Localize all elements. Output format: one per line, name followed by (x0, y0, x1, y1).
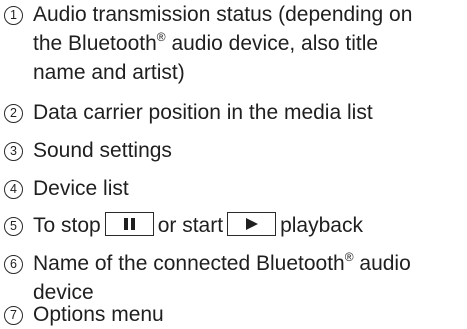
item-text: Sound settings (33, 139, 172, 162)
list-item: 4 Device list (4, 174, 464, 203)
item-number: 7 (4, 306, 23, 325)
item-text: Name of the connected Bluetooth® audio (33, 250, 411, 275)
item-number: 6 (4, 255, 23, 274)
item-text: Device list (33, 177, 129, 200)
list-item: 1 Audio transmission status (depending o… (4, 0, 464, 87)
list-item: 2 Data carrier position in the media lis… (4, 98, 464, 127)
item-text: Options menu (33, 303, 164, 326)
item-number: 4 (4, 180, 23, 199)
item-text-continued: name and artist) (33, 61, 185, 84)
item-number: 2 (4, 104, 23, 123)
pause-icon (104, 212, 154, 236)
list-item: 5 To stop or start playback (4, 211, 464, 240)
list-item: 6 Name of the connected Bluetooth® audio… (4, 249, 464, 307)
item-text: Data carrier position in the media list (33, 101, 373, 124)
list-item: 3 Sound settings (4, 136, 464, 165)
legend-list: 1 Audio transmission status (depending o… (0, 0, 467, 329)
item-number: 1 (4, 6, 23, 25)
play-icon (227, 212, 277, 236)
item-number: 3 (4, 142, 23, 161)
item-text: Audio transmission status (depending on (33, 3, 413, 26)
list-item: 7 Options menu (4, 300, 464, 329)
item-text-continued: the Bluetooth® audio device, also title (33, 30, 379, 55)
item-number: 5 (4, 217, 23, 236)
item-text: To stop or start playback (33, 212, 363, 237)
